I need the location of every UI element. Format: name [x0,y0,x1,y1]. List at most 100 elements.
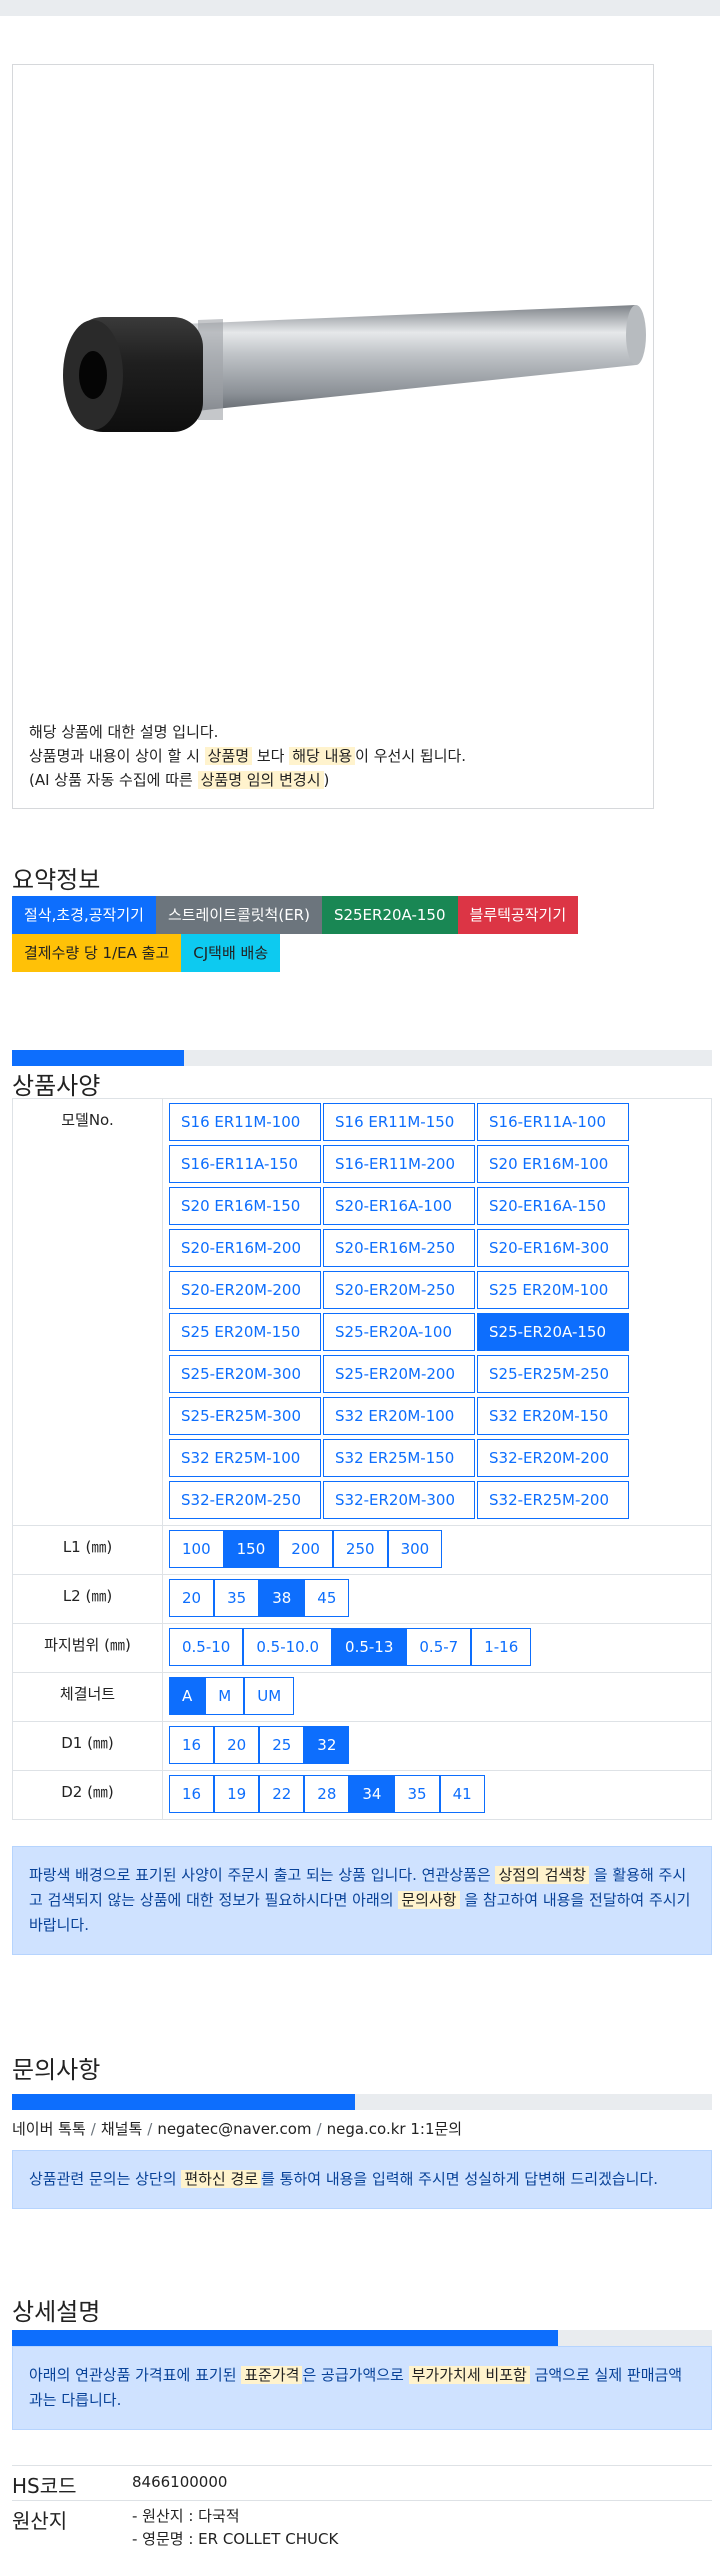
model-option-s32-er25m-150[interactable]: S32 ER25M-150 [323,1439,475,1477]
spec-option[interactable]: 16 [169,1726,215,1764]
spec-option[interactable]: 100 [169,1530,224,1568]
spec-option[interactable]: M [205,1677,245,1715]
model-options: S16 ER11M-100 S16 ER11M-150 S16-ER11A-100 S… [169,1103,705,1523]
spec-option[interactable]: 150 [223,1530,279,1568]
summary-tag[interactable]: 스트레이트콜릿척(ER) [155,896,322,934]
highlight-route: 편하신 경로 [181,2170,262,2188]
highlight-vat: 부가가치세 비포함 [408,2366,530,2384]
model-option-s32-er25m-100[interactable]: S32 ER25M-100 [169,1439,321,1477]
spec-option[interactable]: 35 [214,1579,260,1617]
model-option-s25-er20m-100[interactable]: S25 ER20M-100 [477,1271,629,1309]
notice-text: 아래의 연관상품 가격표에 표기된 [29,2366,242,2384]
model-option-s25-er20m-300[interactable]: S25-ER20M-300 [169,1355,321,1393]
notice-text: 은 공급가액으로 [302,2366,409,2384]
spec-options: 0.5-10 0.5-10.0 0.5-13 0.5-7 1-16 [162,1623,712,1673]
summary-tag[interactable]: S25ER20A-150 [321,896,458,934]
spec-option[interactable]: 32 [304,1726,350,1764]
spec-row-model: 모델No. S16 ER11M-100 S16 ER11M-150 S16-ER11… [12,1098,712,1526]
top-bar [0,0,720,16]
inquiry-title: 문의사항 [12,2056,101,2084]
model-option-s16-er11a-100[interactable]: S16-ER11A-100 [477,1103,629,1141]
description-line-1: 해당 상품에 대한 설명 입니다. [29,723,219,741]
spec-option[interactable]: 250 [332,1530,388,1568]
spec-option[interactable]: 1-16 [471,1628,532,1666]
summary-tag[interactable]: 절삭,초경,공작기기 [12,896,156,934]
spec-label: 체결너트 [12,1672,163,1722]
spec-option[interactable]: 20 [214,1726,260,1764]
model-option-s20-er16m-250[interactable]: S20-ER16M-250 [323,1229,475,1267]
spec-option[interactable]: 35 [394,1775,440,1813]
spec-option[interactable]: 38 [259,1579,305,1617]
spec-option[interactable]: 0.5-10 [169,1628,244,1666]
contact-link[interactable]: 네이버 톡톡 [12,2120,86,2138]
model-option-s32-er20m-150[interactable]: S32 ER20M-150 [477,1397,629,1435]
model-option-s16-er11m-150[interactable]: S16 ER11M-150 [323,1103,475,1141]
model-option-s20-er20m-200[interactable]: S20-ER20M-200 [169,1271,321,1309]
model-option-s32-er20m-200[interactable]: S32-ER20M-200 [477,1439,629,1477]
spec-option[interactable]: 0.5-10.0 [243,1628,333,1666]
spec-option[interactable]: 200 [278,1530,333,1568]
model-option-s32-er25m-200[interactable]: S32-ER25M-200 [477,1481,629,1519]
spec-row: 파지범위 (㎜) 0.5-10 0.5-10.0 0.5-13 0.5-7 1-16 [12,1623,712,1673]
model-option-s25-er20m-200[interactable]: S25-ER20M-200 [323,1355,475,1393]
spec-option[interactable]: 34 [349,1775,395,1813]
link-separator: / [90,2120,96,2138]
model-option-s16-er11m-100[interactable]: S16 ER11M-100 [169,1103,321,1141]
spec-option[interactable]: 16 [169,1775,215,1813]
er-collet-chuck-straight-shank-image [63,305,646,432]
spec-option[interactable]: 22 [259,1775,305,1813]
detail-notice: 아래의 연관상품 가격표에 표기된 표준가격 은 공급가액으로 부가가치세 비포함… [12,2346,712,2430]
summary-tag[interactable]: 블루텍공작기기 [457,896,579,934]
spec-options: 16 20 25 32 [162,1721,712,1771]
spec-row: D2 (㎜) 16 19 22 28 34 35 41 [12,1770,712,1820]
spec-option[interactable]: A [169,1677,206,1715]
spec-option[interactable]: 0.5-13 [332,1628,407,1666]
spec-option[interactable]: 300 [387,1530,443,1568]
model-option-s16-er11a-150[interactable]: S16-ER11A-150 [169,1145,321,1183]
summary-tag[interactable]: CJ택배 배송 [181,934,281,972]
model-option-s25-er20a-100[interactable]: S25-ER20A-100 [323,1313,475,1351]
spec-label: 모델No. [12,1098,163,1526]
spec-option[interactable]: 20 [169,1579,215,1617]
notice-text: 파랑색 배경으로 표기된 사양이 주문시 출고 되는 상품 입니다. 연관상품은 [29,1866,496,1884]
spec-option[interactable]: UM [244,1677,295,1715]
model-option-s32-er20m-300[interactable]: S32-ER20M-300 [323,1481,475,1519]
specs-progress-fill [12,1050,184,1066]
model-option-s20-er16a-150[interactable]: S20-ER16A-150 [477,1187,629,1225]
model-option-s20-er16m-150[interactable]: S20 ER16M-150 [169,1187,321,1225]
summary-tags: 절삭,초경,공작기기 스트레이트콜릿척(ER) S25ER20A-150 블루텍공작기… [12,896,652,972]
spec-option[interactable]: 0.5-7 [406,1628,472,1666]
spec-option[interactable]: 28 [304,1775,350,1813]
spec-row: L1 (㎜) 100 150 200 250 300 [12,1525,712,1575]
model-option-s25-er25m-250[interactable]: S25-ER25M-250 [477,1355,629,1393]
spec-label: D2 (㎜) [12,1770,163,1820]
model-option-s32-er20m-100[interactable]: S32 ER20M-100 [323,1397,475,1435]
highlight-content: 해당 내용 [289,747,356,765]
model-option-s16-er11m-200[interactable]: S16-ER11M-200 [323,1145,475,1183]
spec-option[interactable]: 19 [214,1775,260,1813]
notice-text: 를 통하여 내용을 입력해 주시면 성실하게 답변해 드리겠습니다. [261,2170,659,2188]
spec-option[interactable]: 41 [439,1775,485,1813]
origin-row: 원산지 - 원산지 : 다국적 - 영문명 : ER COLLET CHUCK [12,2500,712,2550]
model-option-s20-er16m-200[interactable]: S20-ER16M-200 [169,1229,321,1267]
model-option-s25-er25m-300[interactable]: S25-ER25M-300 [169,1397,321,1435]
spec-option[interactable]: 45 [304,1579,350,1617]
model-option-s32-er20m-250[interactable]: S32-ER20M-250 [169,1481,321,1519]
model-option-s25-er20a-150[interactable]: S25-ER20A-150 [477,1313,629,1351]
model-option-s20-er16a-100[interactable]: S20-ER16A-100 [323,1187,475,1225]
model-option-s20-er16m-300[interactable]: S20-ER16M-300 [477,1229,629,1267]
contact-link[interactable]: nega.co.kr 1:1문의 [327,2120,463,2138]
specs-title: 상품사양 [12,1072,101,1100]
model-option-s25-er20m-150[interactable]: S25 ER20M-150 [169,1313,321,1351]
description-text: 이 우선시 됩니다. [355,747,467,765]
spec-option[interactable]: 25 [259,1726,305,1764]
summary-tag[interactable]: 결제수량 당 1/EA 출고 [12,934,182,972]
description-text: 상품명과 내용이 상이 할 시 [29,747,205,765]
model-option-s20-er20m-250[interactable]: S20-ER20M-250 [323,1271,475,1309]
description-line-3: (AI 상품 자동 수집에 따른 상품명 임의 변경시) [29,768,649,792]
spec-label: L2 (㎜) [12,1574,163,1624]
model-option-s20-er16m-100[interactable]: S20 ER16M-100 [477,1145,629,1183]
contact-link[interactable]: negatec@naver.com [157,2120,311,2138]
contact-link[interactable]: 채널톡 [101,2120,142,2138]
inquiry-progress-fill [12,2094,355,2110]
